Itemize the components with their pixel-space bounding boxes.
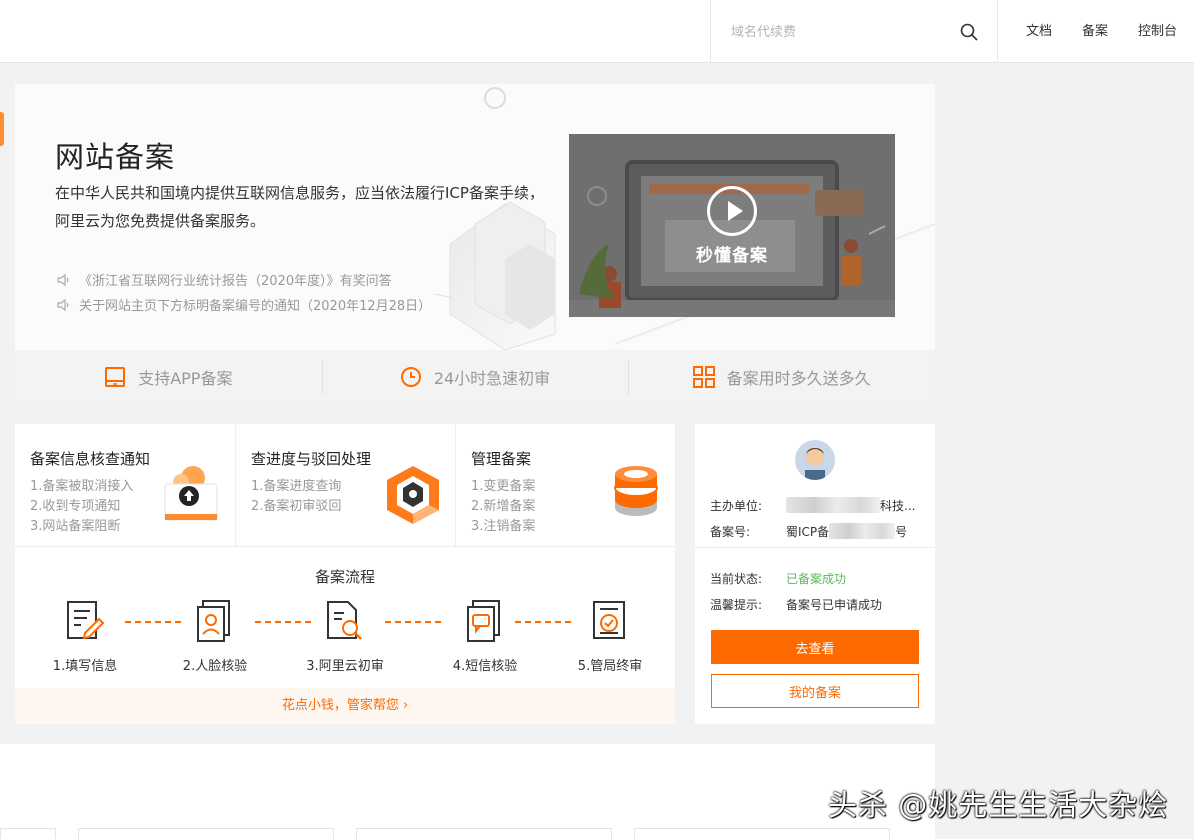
search-box (710, 0, 998, 63)
service-verify-notice[interactable]: 备案信息核查通知 1.备案被取消接入 2.收到专项通知 3.网站备案阻断 (15, 424, 235, 546)
video-player[interactable]: 秒懂备案 (569, 134, 895, 317)
redacted-number (829, 523, 896, 539)
tip-row: 温馨提示: 备案号已申请成功 (710, 596, 882, 613)
service-title: 查进度与驳回处理 (251, 450, 372, 468)
service-progress[interactable]: 查进度与驳回处理 1.备案进度查询 2.备案初审驳回 (235, 424, 455, 546)
service-list-item[interactable]: 1.变更备案 (471, 477, 535, 497)
status-badge: 已备案成功 (786, 572, 847, 586)
service-list-item[interactable]: 1.备案被取消接入 (30, 477, 133, 497)
service-list: 1.备案进度查询 2.备案初审驳回 (251, 477, 341, 517)
bottom-card (0, 828, 56, 839)
grid-icon (692, 366, 715, 388)
side-float-tab[interactable] (0, 112, 4, 146)
tip-label: 温馨提示: (710, 598, 763, 612)
service-list-item[interactable]: 3.注销备案 (471, 517, 535, 537)
step-label: 4.短信核验 (452, 659, 518, 674)
tablet-icon (105, 367, 126, 387)
feature-label: 备案用时多久送多久 (726, 369, 871, 388)
my-record-button[interactable]: 我的备案 (711, 674, 919, 708)
top-bar: 文档 备案 控制台 (0, 0, 1194, 63)
service-title: 备案信息核查通知 (30, 450, 151, 468)
document-search-icon (327, 601, 362, 640)
search-input[interactable] (731, 21, 951, 43)
feature-bonus: 备案用时多久送多久 (628, 350, 935, 404)
hero-description: 在中华人民共和国境内提供互联网信息服务，应当依法履行ICP备案手续，阿里云为您免… (55, 184, 544, 230)
step-label: 1.填写信息 (52, 659, 118, 674)
nav-beian[interactable]: 备案 (1082, 0, 1108, 63)
notice-text: 关于网站主页下方标明备案编号的通知（2020年12月28日） (79, 299, 432, 314)
services-card: 备案信息核查通知 1.备案被取消接入 2.收到专项通知 3.网站备案阻断 查进度… (15, 424, 675, 724)
flow-step-face: 2.人脸核验 (165, 599, 265, 674)
flow-step-fill: 1.填写信息 (35, 599, 135, 674)
tip-value: 备案号已申请成功 (786, 598, 883, 612)
notice-text: 《浙江省互联网行业统计报告（2020年度）》有奖问答 (79, 274, 392, 289)
flow-step-review: 3.阿里云初审 (295, 599, 395, 674)
nav-console[interactable]: 控制台 (1138, 0, 1177, 63)
redacted-sponsor (786, 497, 880, 513)
nav-docs[interactable]: 文档 (1026, 0, 1052, 63)
feature-label: 支持APP备案 (138, 369, 233, 388)
feature-speed: 24小时急速初审 (321, 350, 629, 404)
record-number-label: 备案号: (710, 525, 751, 539)
view-button[interactable]: 去查看 (711, 630, 919, 664)
step-label: 5.管局终审 (577, 659, 643, 674)
speaker-icon (57, 298, 69, 312)
divider (695, 547, 935, 548)
sponsor-label: 主办单位: (710, 499, 763, 513)
feature-app: 支持APP备案 (15, 350, 322, 404)
form-icon (67, 601, 105, 640)
status-label: 当前状态: (710, 572, 763, 586)
database-icon (614, 466, 658, 516)
notice-item[interactable]: 关于网站主页下方标明备案编号的通知（2020年12月28日） (55, 295, 431, 314)
service-list: 1.变更备案 2.新增备案 3.注销备案 (471, 477, 535, 537)
cloud-upload-icon (164, 466, 218, 521)
service-list-item[interactable]: 2.备案初审驳回 (251, 497, 341, 517)
sponsor-value: 科技... (880, 499, 916, 513)
avatar[interactable] (795, 440, 835, 480)
service-list: 1.备案被取消接入 2.收到专项通知 3.网站备案阻断 (30, 477, 133, 537)
service-manage[interactable]: 管理备案 1.变更备案 2.新增备案 3.注销备案 (455, 424, 675, 546)
feature-bar: 支持APP备案 24小时急速初审 备案用时多久送多久 (15, 350, 935, 404)
bottom-section (0, 744, 935, 839)
hexagon-icon (387, 466, 439, 524)
record-number-prefix: 蜀ICP备 (786, 525, 830, 539)
services-row: 备案信息核查通知 1.备案被取消接入 2.收到专项通知 3.网站备案阻断 查进度… (15, 424, 675, 547)
flow-step-sms: 4.短信核验 (435, 599, 535, 674)
bottom-card (78, 828, 334, 839)
flow-connector (385, 621, 441, 623)
watermark: 头杀 @姚先生生活大杂烩 (828, 788, 1169, 822)
video-label: 秒懂备案 (696, 246, 768, 266)
play-icon[interactable] (707, 186, 757, 236)
record-number-suffix: 号 (895, 525, 908, 539)
face-verify-icon (197, 600, 230, 642)
flow-title: 备案流程 (314, 568, 375, 586)
certificate-icon (593, 601, 625, 639)
bottom-card (634, 828, 890, 839)
sponsor-row: 主办单位: 科技... (710, 497, 915, 514)
service-list-item[interactable]: 2.收到专项通知 (30, 497, 133, 517)
hero-banner: 网站备案 在中华人民共和国境内提供互联网信息服务，应当依法履行ICP备案手续，阿… (15, 84, 935, 404)
record-number-row: 备案号: 蜀ICP备 号 (710, 523, 907, 540)
speaker-icon (57, 273, 69, 287)
bottom-card (356, 828, 612, 839)
step-label: 3.阿里云初审 (306, 659, 384, 674)
flow-step-final: 5.管局终审 (560, 599, 660, 674)
record-card: 主办单位: 科技... 备案号: 蜀ICP备 号 当前状态: 已备案成功 温馨提示: 备案… (695, 424, 935, 724)
notice-item[interactable]: 《浙江省互联网行业统计报告（2020年度）》有奖问答 (55, 270, 392, 289)
step-label: 2.人脸核验 (182, 659, 248, 674)
service-list-item[interactable]: 2.新增备案 (471, 497, 535, 517)
status-row: 当前状态: 已备案成功 (710, 570, 846, 587)
page-title: 网站备案 (55, 140, 176, 174)
service-list-item[interactable]: 1.备案进度查询 (251, 477, 341, 497)
feature-label: 24小时急速初审 (433, 369, 551, 388)
service-title: 管理备案 (471, 450, 532, 468)
sms-icon (467, 600, 500, 642)
clock-icon (400, 367, 421, 387)
help-link[interactable]: 花点小钱，管家帮您 › (15, 688, 675, 724)
service-list-item[interactable]: 3.网站备案阻断 (30, 517, 133, 537)
search-icon[interactable] (959, 22, 979, 42)
